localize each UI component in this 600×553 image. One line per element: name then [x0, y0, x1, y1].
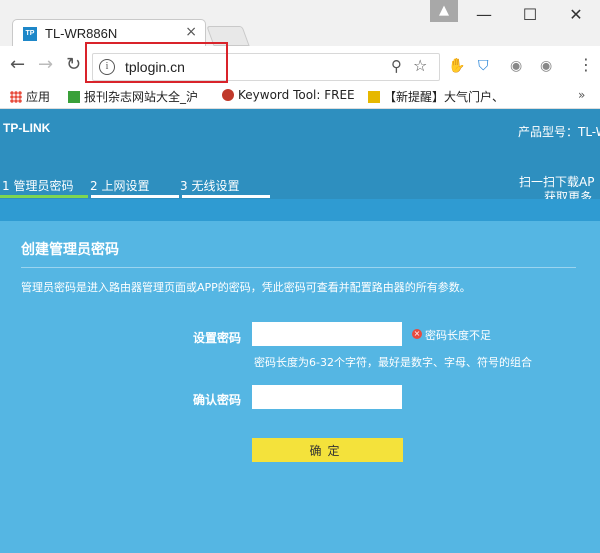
step-admin-password: 1 管理员密码 — [2, 179, 74, 193]
back-icon[interactable]: ← — [10, 54, 25, 75]
error-text: 密码长度不足 — [425, 329, 491, 342]
user-profile-icon[interactable]: ▲ — [430, 0, 458, 22]
password-input[interactable] — [252, 322, 402, 346]
maximize-button[interactable]: ☐ — [510, 4, 550, 26]
browser-menu-icon[interactable]: ⋮ — [578, 55, 594, 74]
browser-titlebar: TP TL-WR886N × ▲ — ☐ ✕ — [0, 0, 600, 47]
error-icon: × — [412, 329, 422, 339]
tab-close-icon[interactable]: × — [185, 24, 197, 40]
tp-favicon-icon: TP — [23, 27, 37, 41]
forward-icon[interactable]: → — [38, 54, 53, 75]
qr-line: 扫一扫下载AP — [519, 175, 595, 189]
extension-shield-icon[interactable]: ⛉ — [478, 58, 489, 74]
bookmark-label: Keyword Tool: FREE — [238, 88, 355, 102]
bookmarks-bar: 应用 报刊杂志网站大全_沪 Keyword Tool: FREE 【新提醒】大气… — [0, 84, 600, 109]
bookmark-item[interactable]: 报刊杂志网站大全_沪 — [68, 88, 198, 105]
password-panel: 创建管理员密码 管理员密码是进入路由器管理页面或APP的密码，凭此密码可查看并配… — [0, 221, 600, 553]
step-progress-active — [0, 195, 88, 198]
bookmark-item[interactable]: Keyword Tool: FREE — [222, 88, 355, 102]
step-wireless-settings: 3 无线设置 — [180, 179, 240, 193]
minimize-button[interactable]: — — [464, 4, 504, 26]
step-progress-bar — [91, 195, 179, 198]
extension-circle2-icon[interactable]: ◉ — [540, 58, 552, 74]
bookmark-label: 报刊杂志网站大全_沪 — [84, 90, 199, 104]
bookmark-label: 【新提醒】大气门户、 — [384, 90, 505, 104]
tp-link-logo: TP-LINK — [3, 121, 51, 135]
bookmarks-more-icon[interactable]: » — [578, 88, 585, 102]
router-content: 创建管理员密码 管理员密码是进入路由器管理页面或APP的密码，凭此密码可查看并配… — [0, 199, 600, 553]
close-window-button[interactable]: ✕ — [556, 4, 596, 26]
apps-grid-icon — [10, 91, 22, 103]
confirm-password-input[interactable] — [252, 385, 402, 409]
bookmark-favicon-icon — [222, 89, 234, 101]
step-progress-bar — [182, 195, 270, 198]
bookmark-favicon-icon — [368, 91, 380, 103]
tab-title: TL-WR886N — [45, 26, 118, 41]
apps-label: 应用 — [26, 90, 51, 104]
panel-title: 创建管理员密码 — [21, 242, 119, 258]
panel-divider — [21, 267, 576, 268]
extension-hand-icon[interactable]: ✋ — [448, 58, 465, 74]
bookmark-star-icon[interactable]: ☆ — [413, 56, 427, 75]
url-highlight-annotation — [85, 42, 228, 83]
bookmark-item[interactable]: 【新提醒】大气门户、 — [368, 88, 504, 105]
confirm-password-label: 确认密码 — [193, 393, 242, 407]
router-header: TP-LINK 产品型号：TL-W 1 管理员密码 2 上网设置 3 无线设置 … — [0, 109, 600, 219]
reload-icon[interactable]: ↻ — [66, 54, 81, 75]
panel-description: 管理员密码是进入路由器管理页面或APP的密码，凭此密码可查看并配置路由器的所有参… — [21, 281, 471, 294]
extension-circle-icon[interactable]: ◉ — [510, 58, 522, 74]
product-model-label: 产品型号：TL-W — [518, 125, 600, 139]
step-internet-settings: 2 上网设置 — [90, 179, 150, 193]
password-label: 设置密码 — [193, 331, 242, 345]
apps-shortcut[interactable]: 应用 — [10, 88, 50, 105]
confirm-button[interactable]: 确定 — [252, 438, 403, 462]
bookmark-favicon-icon — [68, 91, 80, 103]
zoom-icon[interactable]: ⚲ — [391, 57, 402, 75]
password-hint: 密码长度为6-32个字符，最好是数字、字母、符号的组合 — [254, 356, 532, 369]
